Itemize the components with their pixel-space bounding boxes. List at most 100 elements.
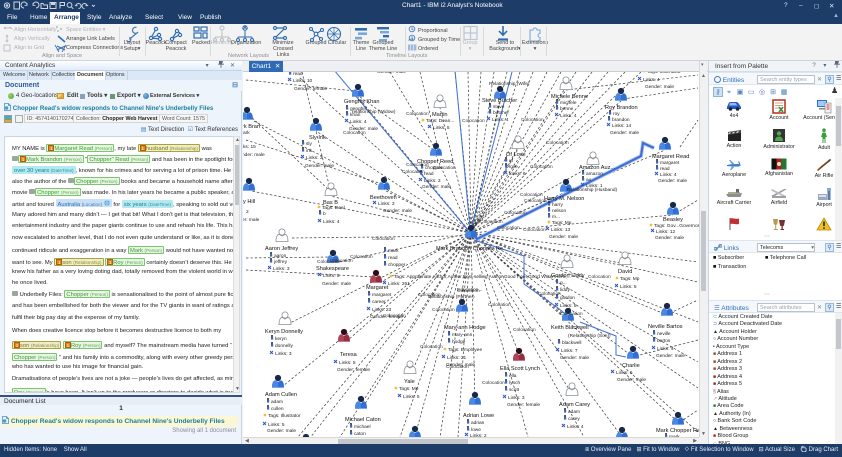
svg-text:Links: 3: Links: 3: [306, 155, 323, 161]
svg-text:Gender: male: Gender: male: [655, 235, 684, 241]
svg-text:Colocation: Colocation: [330, 258, 353, 264]
svg-text:carey: carey: [568, 416, 580, 422]
svg-text:Links: 21: Links: 21: [447, 355, 467, 361]
svg-text:Gender: male: Gender: male: [645, 84, 674, 90]
svg-text:michael: michael: [354, 424, 371, 430]
svg-text:y Hill: y Hill: [243, 199, 255, 205]
svg-text:Colocation: Colocation: [406, 111, 429, 117]
svg-text:michele: michele: [560, 100, 577, 106]
svg-text:genghis: genghis: [350, 106, 367, 112]
svg-text:Margaret: Margaret: [366, 285, 389, 291]
svg-text:bartos: bartos: [657, 338, 671, 344]
svg-text:Tags: Dean...: Tags: Dean...: [426, 118, 454, 124]
svg-text:Links: 5: Links: 5: [268, 422, 285, 428]
svg-text:Colocation: Colocation: [488, 302, 511, 308]
svg-text:Colocation: Colocation: [504, 210, 527, 216]
svg-text:Gender: male: Gender: male: [349, 126, 378, 132]
svg-text:Links: 4: Links: 4: [323, 219, 340, 225]
svg-text:sly: sly: [306, 141, 312, 147]
svg-text:Links: 5: Links: 5: [323, 273, 340, 279]
svg-text:Colocation: Colocation: [432, 307, 455, 313]
svg-text:Gender: male: Gender: male: [383, 208, 412, 214]
svg-text:chopper: chopper: [425, 165, 443, 171]
svg-text:Adam Carey: Adam Carey: [559, 402, 590, 408]
svg-text:Gender: male: Gender: male: [446, 362, 475, 368]
svg-text:Michael Caton: Michael Caton: [345, 417, 381, 423]
svg-text:Links: 4: Links: 4: [657, 346, 674, 352]
svg-text:Colocation: Colocation: [546, 140, 569, 146]
svg-text:Gender: male: Gender: male: [305, 163, 334, 169]
svg-text:Teresa: Teresa: [340, 352, 358, 358]
svg-text:Colocation: Colocation: [524, 198, 547, 204]
svg-text:Gender: male: Gender: male: [610, 130, 639, 136]
svg-text:nder: male: nder: male: [243, 152, 265, 158]
svg-text:g...: g...: [560, 281, 567, 286]
svg-text:Harry M. Nelson: Harry M. Nelson: [544, 196, 584, 202]
svg-text:Beasley: Beasley: [663, 217, 683, 223]
svg-text:David: David: [618, 269, 632, 275]
svg-text:Colocation: Colocation: [513, 327, 536, 333]
svg-text:keryn: keryn: [275, 336, 287, 342]
svg-text:Links: 1: Links: 1: [586, 183, 603, 189]
svg-text:butcher: butcher: [493, 110, 509, 116]
svg-text:Links: 23: Links: 23: [372, 307, 392, 313]
svg-text:Links: 5: Links: 5: [620, 284, 637, 290]
svg-text:Michele Benne: Michele Benne: [551, 94, 588, 100]
svg-text:(Relationship (Son)): (Relationship (Son)): [568, 333, 611, 339]
svg-text:read: read: [424, 171, 434, 177]
svg-text:Keryn Donnelly: Keryn Donnelly: [265, 329, 303, 335]
svg-text:harry: harry: [552, 202, 564, 208]
svg-text:Links: 13: Links: 13: [551, 227, 571, 233]
svg-text:Gender: female: Gender: female: [294, 86, 327, 92]
svg-text:Colocation: Colocation: [520, 192, 543, 198]
svg-text:Steve Butcher: Steve Butcher: [482, 98, 517, 104]
svg-text:Links: 4: Links: 4: [643, 77, 660, 83]
svg-text:rk Bran: rk Bran: [243, 124, 260, 130]
svg-text:neville: neville: [657, 331, 671, 337]
svg-text:uf: uf: [509, 158, 514, 164]
svg-text:Tags: Mp: Tags: Mp: [399, 386, 419, 392]
svg-text:Sly Ink: Sly Ink: [309, 135, 326, 141]
svg-text:Colocation: Colocation: [560, 311, 583, 317]
svg-text:Mark Chopper Re: Mark Chopper Re: [656, 428, 699, 434]
svg-text:Beethoven: Beethoven: [370, 195, 397, 201]
svg-text:Links: 3: Links: 3: [508, 395, 525, 401]
svg-text:Gender: male: Gender: male: [422, 184, 451, 190]
svg-text:Links: 4: Links: 4: [492, 117, 509, 123]
svg-text:Links: 261: Links: 261: [388, 281, 410, 287]
svg-text:Colocation: Colocation: [482, 380, 505, 386]
svg-text:Colocation: Colocation: [462, 118, 485, 124]
svg-text:Colocation: Colocation: [588, 274, 611, 280]
svg-text:Gender: male: Gender: male: [656, 353, 685, 359]
svg-text:Links: 7: Links: 7: [561, 348, 578, 354]
svg-text:Links: 10: Links: 10: [293, 78, 313, 84]
svg-text:read: read: [660, 166, 670, 172]
svg-text:lowe: lowe: [471, 427, 481, 433]
svg-text:Links: 5: Links: 5: [433, 125, 450, 131]
svg-text:Martin: Martin: [432, 112, 448, 118]
svg-text:Tags: Illustrator: Tags: Illustrator: [268, 413, 301, 419]
svg-text:Keith Blackwell: Keith Blackwell: [551, 325, 589, 331]
svg-text:Gender: male: Gender: male: [267, 428, 296, 434]
svg-text:donnelly: donnelly: [275, 343, 293, 349]
svg-text:Amazon Auz...: Amazon Auz...: [579, 165, 616, 171]
svg-text:Tags: Journalist: Tags: Journalist: [647, 72, 681, 75]
svg-text:Yale: Yale: [404, 379, 415, 385]
svg-text:blackwell: blackwell: [562, 340, 581, 346]
svg-text:Links: 5: Links: 5: [339, 360, 356, 366]
svg-text:Mark Brandon Chopper Re: Mark Brandon Chopper Re: [436, 246, 503, 252]
svg-text:mary-ann: mary-ann: [452, 332, 473, 338]
svg-text:2: 2: [246, 209, 249, 215]
svg-text:Links: 5: Links: 5: [403, 394, 420, 400]
svg-text:Neville Bartos: Neville Bartos: [648, 324, 683, 330]
svg-text:scott: scott: [509, 387, 520, 393]
svg-text:career: career: [372, 299, 386, 305]
svg-text:roy: roy: [613, 111, 620, 117]
svg-text:Links: 3: Links: 3: [424, 178, 441, 184]
svg-text:Tags: Employee: Tags: Employee: [448, 347, 482, 353]
svg-text:aaron: aaron: [274, 253, 287, 259]
svg-text:liddy: liddy: [560, 287, 570, 293]
svg-text:adam: adam: [568, 409, 580, 415]
svg-text:brandon: brandon: [612, 117, 630, 123]
svg-text:mark: mark: [388, 248, 399, 254]
